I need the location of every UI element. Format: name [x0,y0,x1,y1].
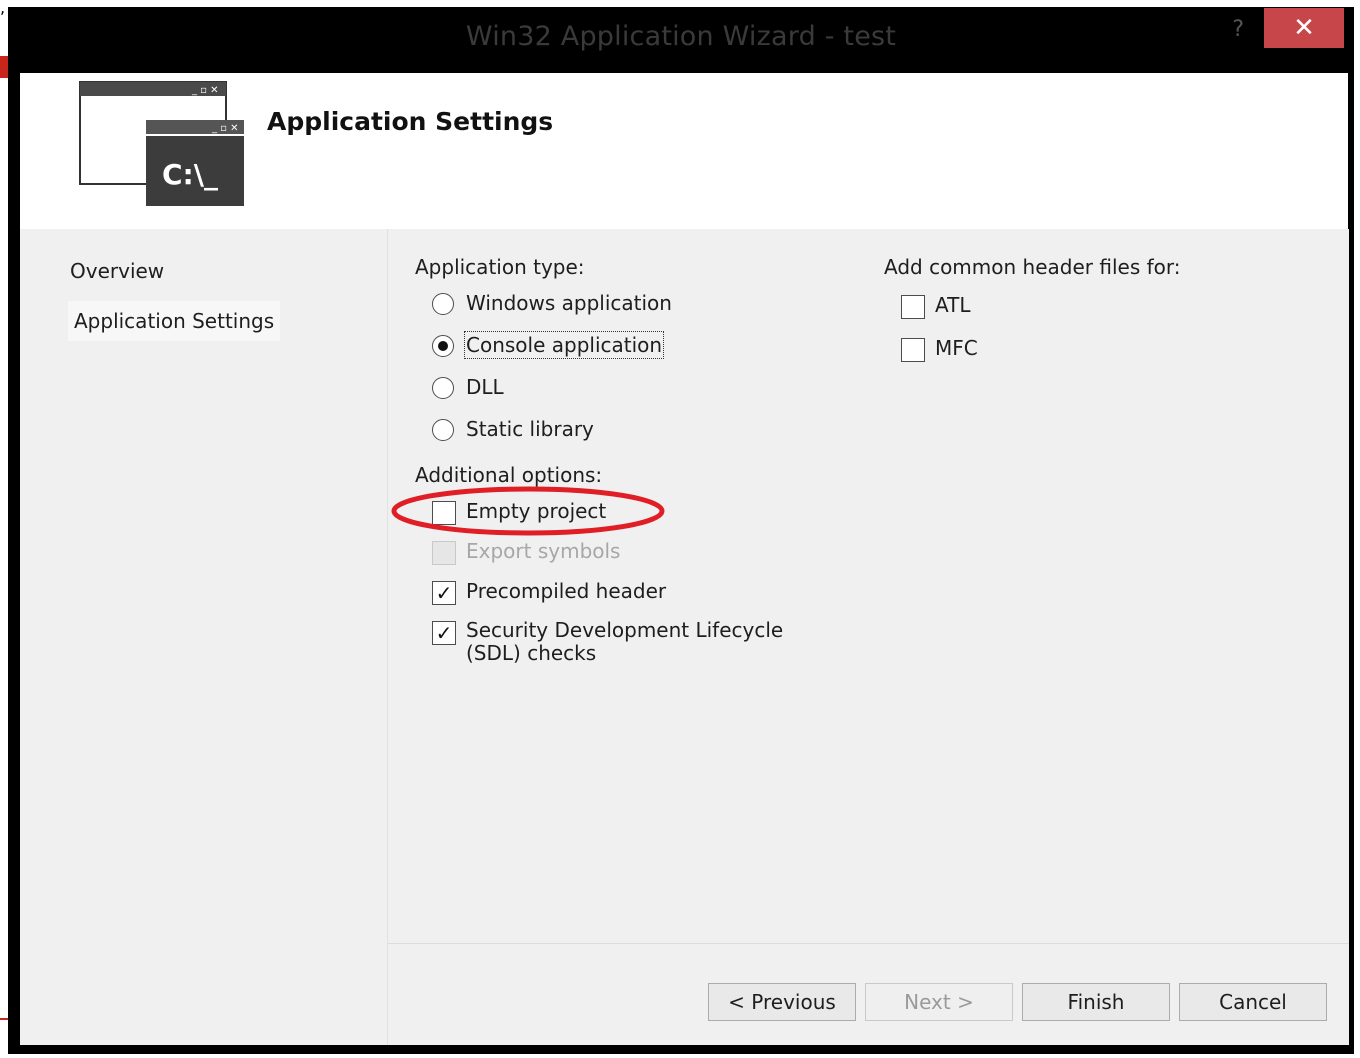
checkbox-precompiled-header[interactable]: ✓ Precompiled header [432,579,672,607]
radio-button[interactable] [432,293,454,315]
wizard-window: Win32 Application Wizard - test ? ✕ _ ▫ … [8,7,1354,1054]
checkbox-label: Empty project [466,499,607,523]
checkbox-checked[interactable]: ✓ [432,621,456,645]
title-bar: Win32 Application Wizard - test ? ✕ [8,7,1354,73]
radio-label: Windows application [466,291,672,315]
checkbox[interactable] [901,295,925,319]
window-title: Win32 Application Wizard - test [465,21,897,52]
checkbox-label: ATL [935,293,971,317]
radio-button-checked[interactable] [432,335,454,357]
button-separator [388,943,1349,944]
additional-options-label: Additional options: [415,463,603,487]
page-title: Application Settings [267,107,554,136]
radio-label: DLL [466,375,504,399]
next-button: Next > [865,983,1013,1021]
checkbox-checked[interactable]: ✓ [432,581,456,605]
previous-button[interactable]: < Previous [708,983,856,1021]
wizard-header: _ ▫ ✕ _ ▫ ✕ C:\_ Application Settings [20,73,1348,229]
console-prompt-text: C:\_ [162,158,218,191]
checkbox-label: Precompiled header [466,579,667,603]
close-icon: ✕ [1293,13,1315,43]
svg-text:_ ▫ ✕: _ ▫ ✕ [191,85,219,96]
checkbox-label: MFC [935,336,978,360]
radio-console-application[interactable]: Console application [432,331,692,361]
checkbox[interactable] [901,338,925,362]
radio-static-library[interactable]: Static library [432,417,632,445]
finish-button[interactable]: Finish [1022,983,1170,1021]
radio-label: Static library [466,417,594,441]
dialog-client-area: _ ▫ ✕ _ ▫ ✕ C:\_ Application Settings Ov… [20,73,1349,1045]
checkbox-empty-project[interactable]: Empty project [432,499,632,527]
sidebar-item-application-settings[interactable]: Application Settings [68,301,281,341]
checkbox[interactable] [432,501,456,525]
radio-label: Console application [463,331,665,359]
checkbox-disabled [432,541,456,565]
radio-button[interactable] [432,377,454,399]
wizard-sidebar: Overview Application Settings [20,229,385,1045]
svg-text:_ ▫ ✕: _ ▫ ✕ [211,123,239,134]
cancel-button[interactable]: Cancel [1179,983,1327,1021]
close-button[interactable]: ✕ [1264,8,1344,48]
checkbox-label: Export symbols [466,539,621,563]
common-headers-label: Add common header files for: [884,255,1181,279]
radio-button[interactable] [432,419,454,441]
radio-dll[interactable]: DLL [432,375,552,403]
sidebar-item-overview[interactable]: Overview [70,259,164,283]
checkbox-export-symbols: Export symbols [432,539,632,567]
console-app-icon: _ ▫ ✕ _ ▫ ✕ C:\_ [79,81,244,206]
settings-panel: Application type: Windows application Co… [387,229,1349,1045]
checkbox-sdl-checks[interactable]: ✓ Security Development Lifecycle (SDL) c… [432,619,832,671]
checkbox-mfc[interactable]: MFC [901,336,1001,364]
application-type-label: Application type: [415,255,585,279]
checkbox-atl[interactable]: ATL [901,293,1001,321]
checkbox-label: Security Development Lifecycle (SDL) che… [466,618,784,665]
help-button[interactable]: ? [1232,17,1244,42]
radio-windows-application[interactable]: Windows application [432,291,692,319]
